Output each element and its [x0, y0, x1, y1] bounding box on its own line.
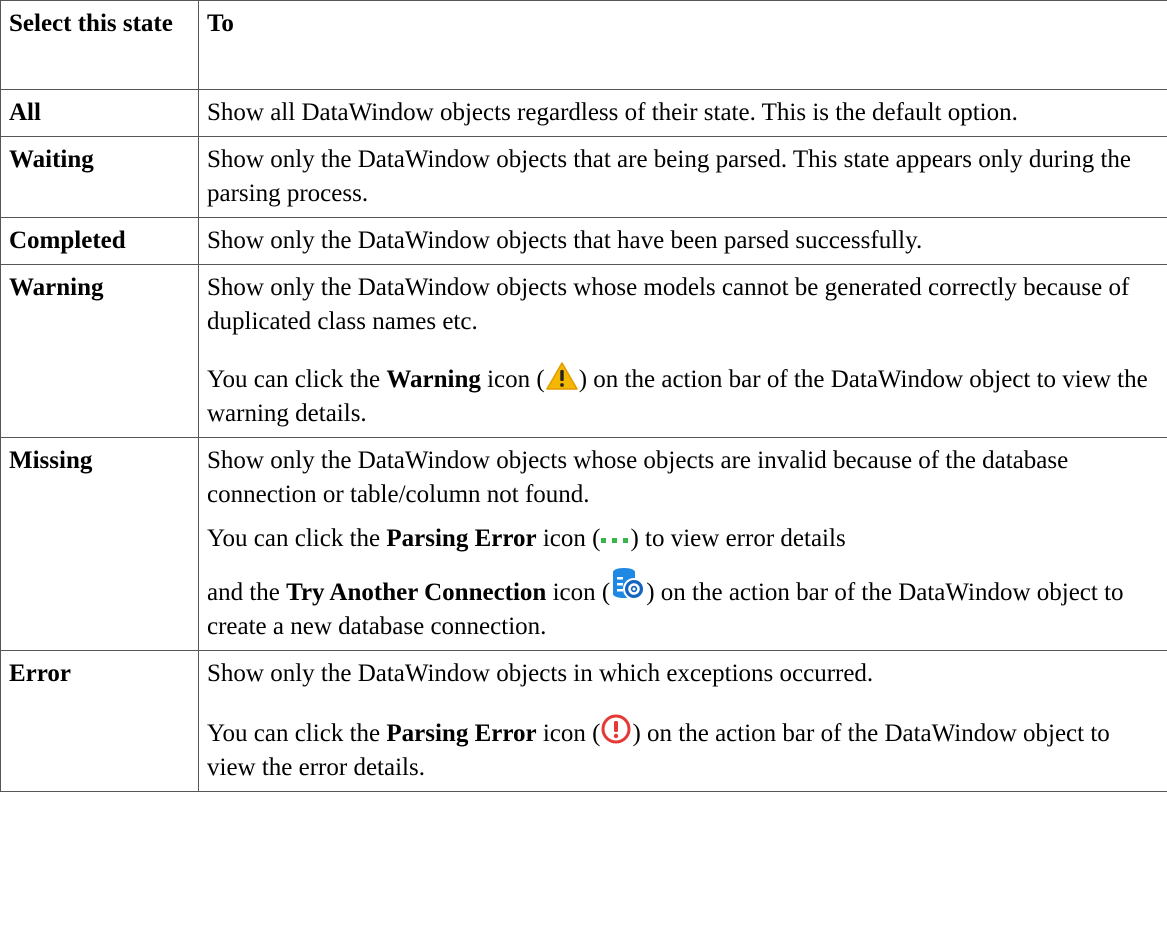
table-row: All Show all DataWindow objects regardle…	[0, 89, 1167, 137]
desc-missing: Show only the DataWindow objects whose o…	[207, 447, 1069, 508]
desc-error: Show only the DataWindow objects in whic…	[207, 660, 874, 687]
state-warning: Warning	[0, 264, 199, 438]
document-page: Select this state To All Show all DataWi…	[0, 0, 1167, 935]
red-exclamation-circle-icon	[600, 713, 632, 745]
missing-note-connection: and the Try Another Connection icon () o…	[207, 566, 1159, 644]
desc-completed: Show only the DataWindow objects that ha…	[198, 217, 1167, 265]
warning-note: You can click the Warning icon () on the…	[207, 361, 1159, 431]
desc-warning-cell: Show only the DataWindow objects whose m…	[198, 264, 1167, 438]
table-row: Error Show only the DataWindow objects i…	[0, 650, 1167, 792]
desc-error-cell: Show only the DataWindow objects in whic…	[198, 650, 1167, 792]
header-to: To	[198, 0, 1167, 90]
state-waiting: Waiting	[0, 136, 199, 218]
desc-all: Show all DataWindow objects regardless o…	[198, 89, 1167, 137]
state-completed: Completed	[0, 217, 199, 265]
header-select-state: Select this state	[0, 0, 199, 90]
desc-warning: Show only the DataWindow objects whose m…	[207, 274, 1130, 335]
table-row: Missing Show only the DataWindow objects…	[0, 437, 1167, 651]
table-header-row: Select this state To	[0, 0, 1167, 90]
state-table: Select this state To All Show all DataWi…	[0, 0, 1167, 792]
state-error: Error	[0, 650, 199, 792]
state-missing: Missing	[0, 437, 199, 651]
table-row: Waiting Show only the DataWindow objects…	[0, 136, 1167, 218]
database-connection-icon	[610, 566, 646, 602]
table-row: Completed Show only the DataWindow objec…	[0, 217, 1167, 265]
table-row: Warning Show only the DataWindow objects…	[0, 264, 1167, 438]
desc-waiting: Show only the DataWindow objects that ar…	[198, 136, 1167, 218]
warning-triangle-icon	[545, 361, 579, 391]
error-note: You can click the Parsing Error icon () …	[207, 713, 1159, 785]
state-all: All	[0, 89, 199, 137]
green-dots-icon	[600, 520, 630, 554]
desc-missing-cell: Show only the DataWindow objects whose o…	[198, 437, 1167, 651]
missing-note-parsing: You can click the Parsing Error icon () …	[207, 520, 1159, 556]
